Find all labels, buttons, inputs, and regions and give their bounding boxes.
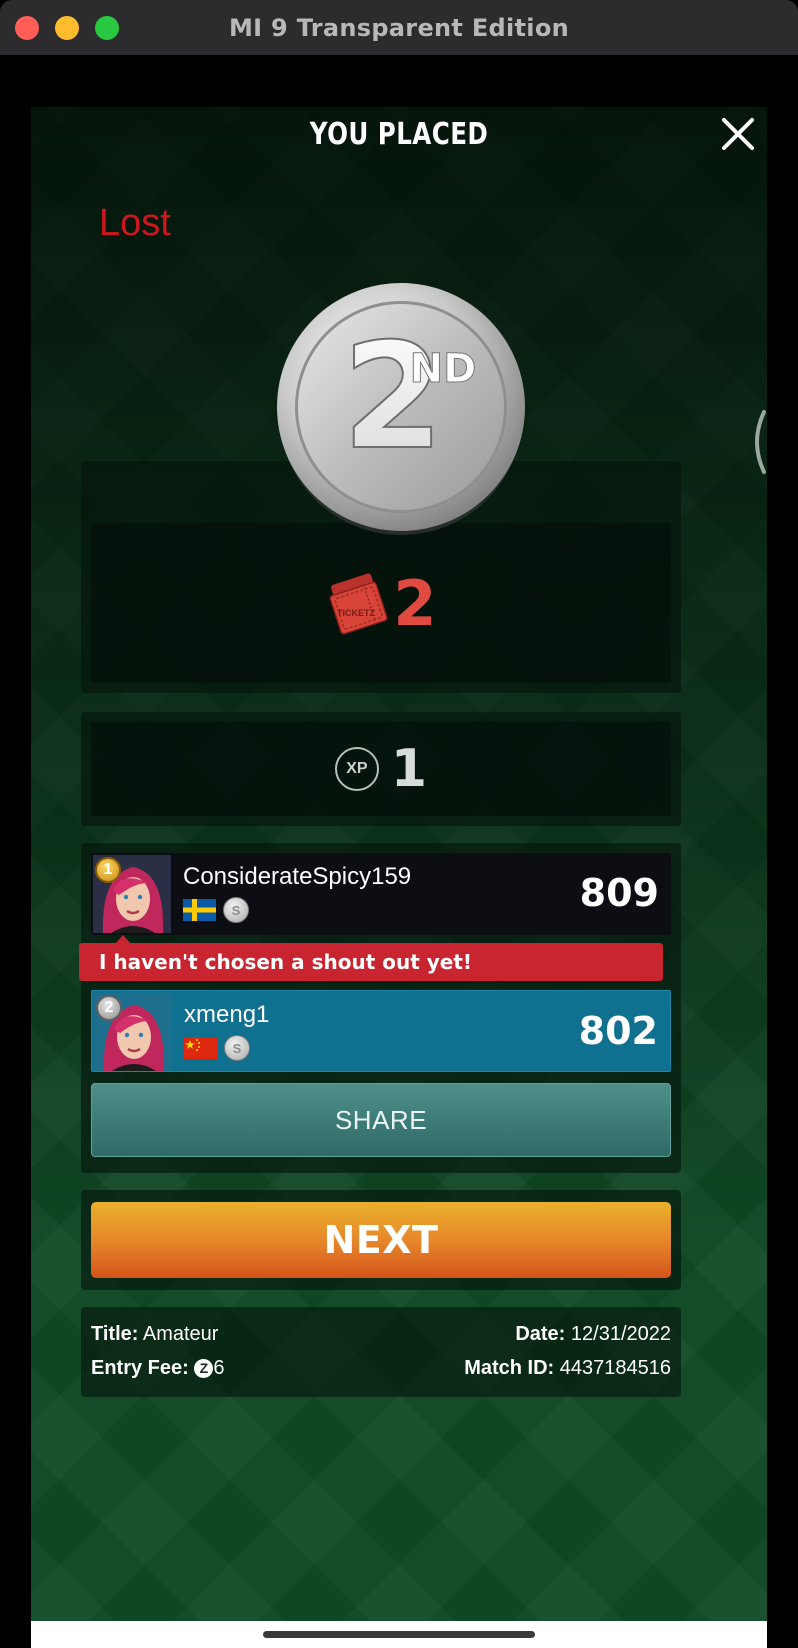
match-id: Match ID: 4437184516 bbox=[464, 1357, 671, 1380]
fee-label: Entry Fee: bbox=[91, 1357, 189, 1379]
next-panel: NEXT bbox=[81, 1190, 681, 1290]
bottom-gesture-bar bbox=[31, 1621, 767, 1648]
title-value: Amateur bbox=[142, 1323, 219, 1345]
close-icon bbox=[722, 118, 754, 150]
page-title: YOU PLACED bbox=[309, 117, 489, 152]
match-id-value: 4437184516 bbox=[559, 1357, 671, 1379]
silver-medal: 2 ND bbox=[277, 283, 525, 535]
avatar: 2 bbox=[94, 993, 172, 1071]
next-button[interactable]: NEXT bbox=[91, 1202, 671, 1278]
close-window-button[interactable] bbox=[15, 16, 39, 40]
shout-out-message: I haven't chosen a shout out yet! bbox=[79, 943, 663, 981]
player-score: 809 bbox=[579, 871, 659, 915]
home-indicator[interactable] bbox=[263, 1631, 535, 1638]
z-coin-icon: Z bbox=[194, 1359, 214, 1378]
close-button[interactable] bbox=[719, 115, 757, 153]
player-score: 802 bbox=[578, 1009, 658, 1053]
side-arc-icon bbox=[755, 410, 766, 474]
ticket-label: TICKETZ bbox=[337, 608, 375, 618]
china-flag bbox=[184, 1037, 217, 1059]
player-row-1[interactable]: 1 ConsiderateSpicy159 S 809 bbox=[91, 853, 671, 935]
zoom-window-button[interactable] bbox=[95, 16, 119, 40]
date-label: Date: bbox=[515, 1323, 566, 1345]
rank-badge: 1 bbox=[95, 857, 121, 883]
match-status: Lost bbox=[99, 202, 171, 244]
date-value: 12/31/2022 bbox=[570, 1323, 671, 1345]
medal-suffix: ND bbox=[410, 346, 477, 392]
player-name: ConsiderateSpicy159 bbox=[183, 863, 412, 890]
entry-fee: Entry Fee: Z6 bbox=[91, 1357, 225, 1380]
xp-inner: XP 1 bbox=[91, 722, 671, 816]
medal-number: 2 bbox=[342, 312, 444, 482]
match-date: Date: 12/31/2022 bbox=[515, 1323, 671, 1346]
fee-value: 6 bbox=[213, 1357, 225, 1379]
share-button[interactable]: SHARE bbox=[91, 1083, 671, 1157]
xp-reward: XP 1 bbox=[91, 722, 671, 816]
ticket-count: 2 bbox=[393, 566, 437, 640]
xp-value: 1 bbox=[390, 739, 428, 799]
xp-panel: XP 1 bbox=[81, 712, 681, 826]
match-info-panel: Title: Amateur Entry Fee: Z6 Date: 12/31… bbox=[81, 1307, 681, 1397]
title-label: Title: bbox=[91, 1323, 139, 1345]
leaderboard-panel: 1 ConsiderateSpicy159 S 809 I haven't ch… bbox=[79, 843, 681, 1173]
results-screen: YOU PLACED Lost TICKETZ 2 2 ND XP 1 1 Co… bbox=[31, 107, 767, 1621]
match-id-label: Match ID: bbox=[464, 1357, 555, 1379]
match-title: Title: Amateur bbox=[91, 1323, 218, 1346]
window-title: MI 9 Transparent Edition bbox=[228, 13, 570, 42]
xp-icon: XP bbox=[334, 747, 379, 791]
avatar: 1 bbox=[93, 855, 171, 933]
window-titlebar: MI 9 Transparent Edition bbox=[0, 0, 798, 55]
sweden-flag bbox=[183, 899, 216, 921]
ticket-reward: TICKETZ 2 bbox=[91, 523, 671, 683]
coin-icon: S bbox=[224, 1035, 250, 1061]
player-row-2[interactable]: 2 xmeng1 S 802 bbox=[91, 990, 671, 1072]
ticket-icon: TICKETZ bbox=[330, 573, 388, 635]
minimize-window-button[interactable] bbox=[55, 16, 79, 40]
coin-icon: S bbox=[223, 897, 249, 923]
player-name: xmeng1 bbox=[184, 1001, 270, 1028]
rank-badge: 2 bbox=[96, 995, 122, 1021]
reward-inner: TICKETZ 2 bbox=[91, 523, 671, 683]
